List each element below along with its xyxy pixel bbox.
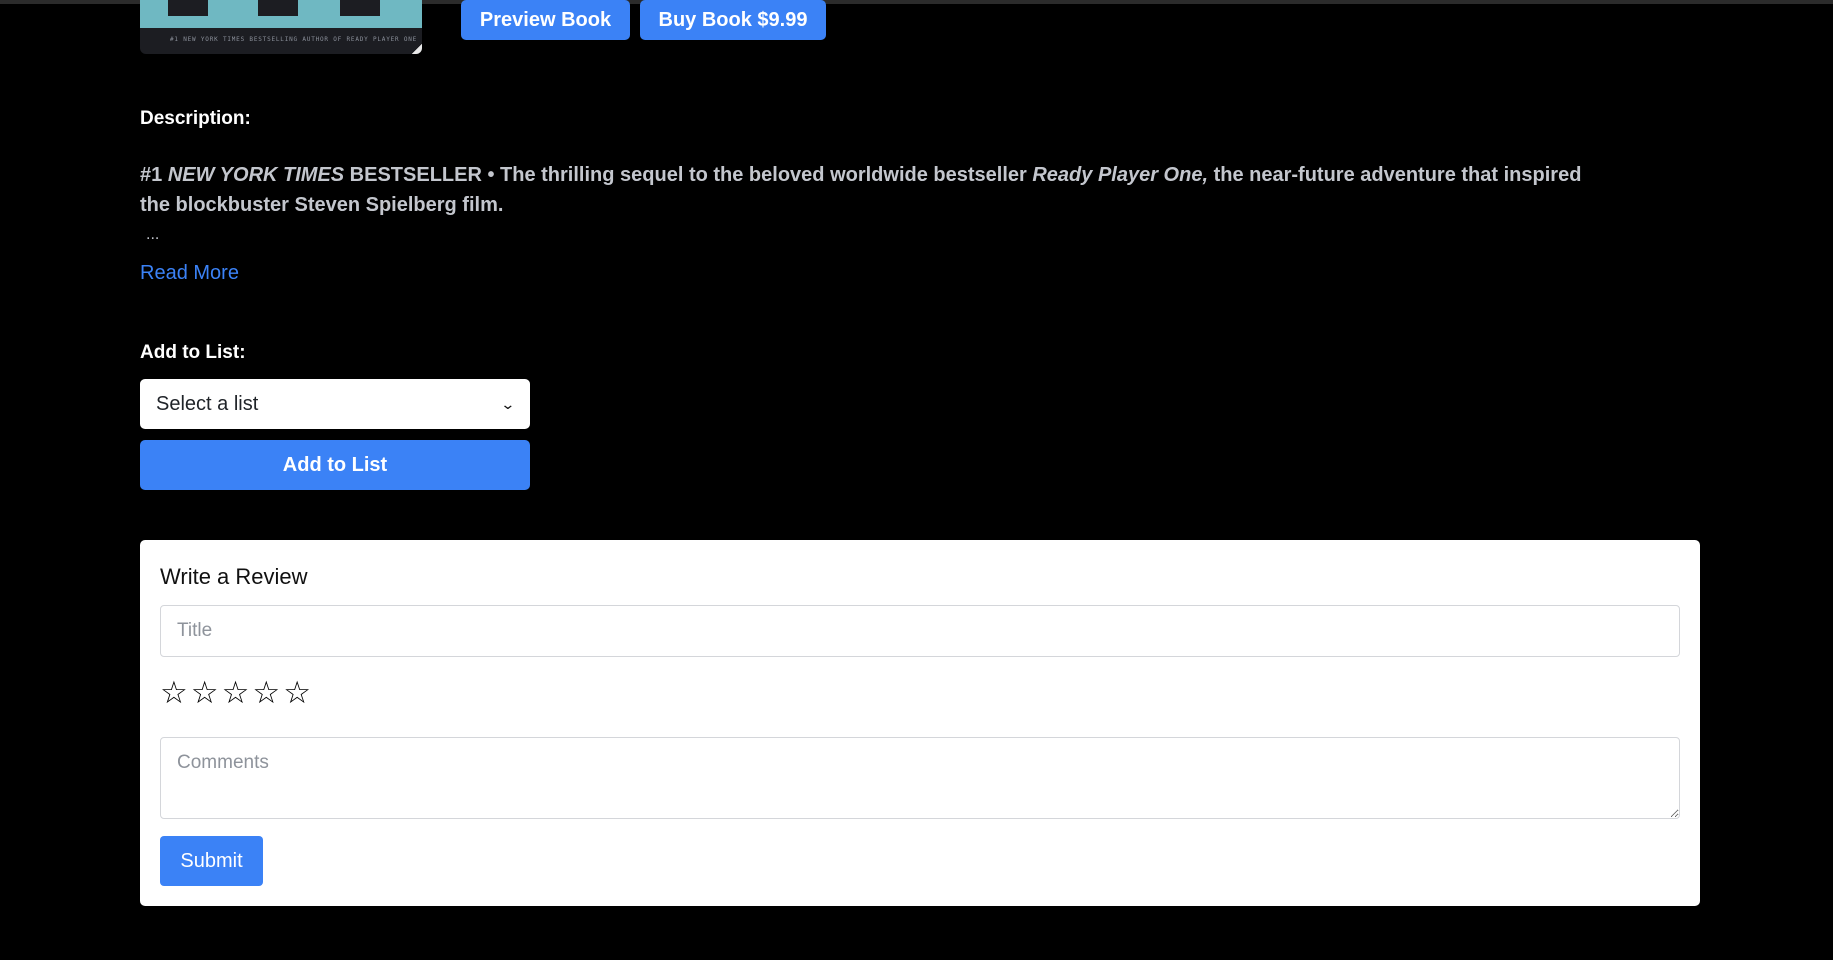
star-icon[interactable]: ☆ bbox=[160, 678, 188, 709]
list-select-value: Select a list bbox=[156, 392, 259, 415]
star-icon[interactable]: ☆ bbox=[191, 678, 219, 709]
cover-letter-gap bbox=[168, 0, 208, 16]
read-more-link[interactable]: Read More bbox=[140, 262, 239, 285]
description-ellipsis: ... bbox=[146, 226, 160, 243]
add-to-list-heading: Add to List: bbox=[140, 342, 246, 363]
book-cover-image: #1 NEW YORK TIMES BESTSELLING AUTHOR OF … bbox=[140, 0, 422, 54]
write-review-heading: Write a Review bbox=[160, 564, 308, 589]
star-icon[interactable]: ☆ bbox=[252, 678, 280, 709]
cover-tagline: #1 NEW YORK TIMES BESTSELLING AUTHOR OF … bbox=[170, 36, 418, 43]
chevron-down-icon: ⌄ bbox=[500, 395, 516, 412]
preview-book-button[interactable]: Preview Book bbox=[461, 0, 630, 40]
cover-title-art bbox=[140, 0, 422, 28]
book-detail-page: #1 NEW YORK TIMES BESTSELLING AUTHOR OF … bbox=[0, 0, 1833, 960]
star-rating: ☆ ☆ ☆ ☆ ☆ bbox=[160, 678, 311, 709]
star-icon[interactable]: ☆ bbox=[222, 678, 250, 709]
description-text-part: BESTSELLER • The thrilling sequel to the… bbox=[344, 164, 1033, 186]
review-comments-textarea[interactable] bbox=[160, 737, 1680, 819]
list-select[interactable]: Select a list ⌄ bbox=[140, 379, 530, 429]
description-text: #1 NEW YORK TIMES BESTSELLER • The thril… bbox=[140, 160, 1600, 220]
description-text-italic: Ready Player One, bbox=[1032, 164, 1209, 186]
add-to-list-button[interactable]: Add to List bbox=[140, 440, 530, 490]
cover-letter-gap bbox=[340, 0, 380, 16]
star-icon[interactable]: ☆ bbox=[283, 678, 311, 709]
description-text-italic: NEW YORK TIMES bbox=[167, 164, 345, 186]
description-heading: Description: bbox=[140, 108, 251, 129]
cover-letter-gap bbox=[258, 0, 298, 16]
review-title-input[interactable] bbox=[160, 605, 1680, 657]
write-review-card: Write a Review ☆ ☆ ☆ ☆ ☆ Submit bbox=[140, 540, 1700, 906]
cover-page-curl bbox=[412, 44, 422, 54]
buy-book-button[interactable]: Buy Book $9.99 bbox=[640, 0, 826, 40]
submit-review-button[interactable]: Submit bbox=[160, 836, 263, 886]
description-text-part: #1 bbox=[140, 164, 168, 186]
